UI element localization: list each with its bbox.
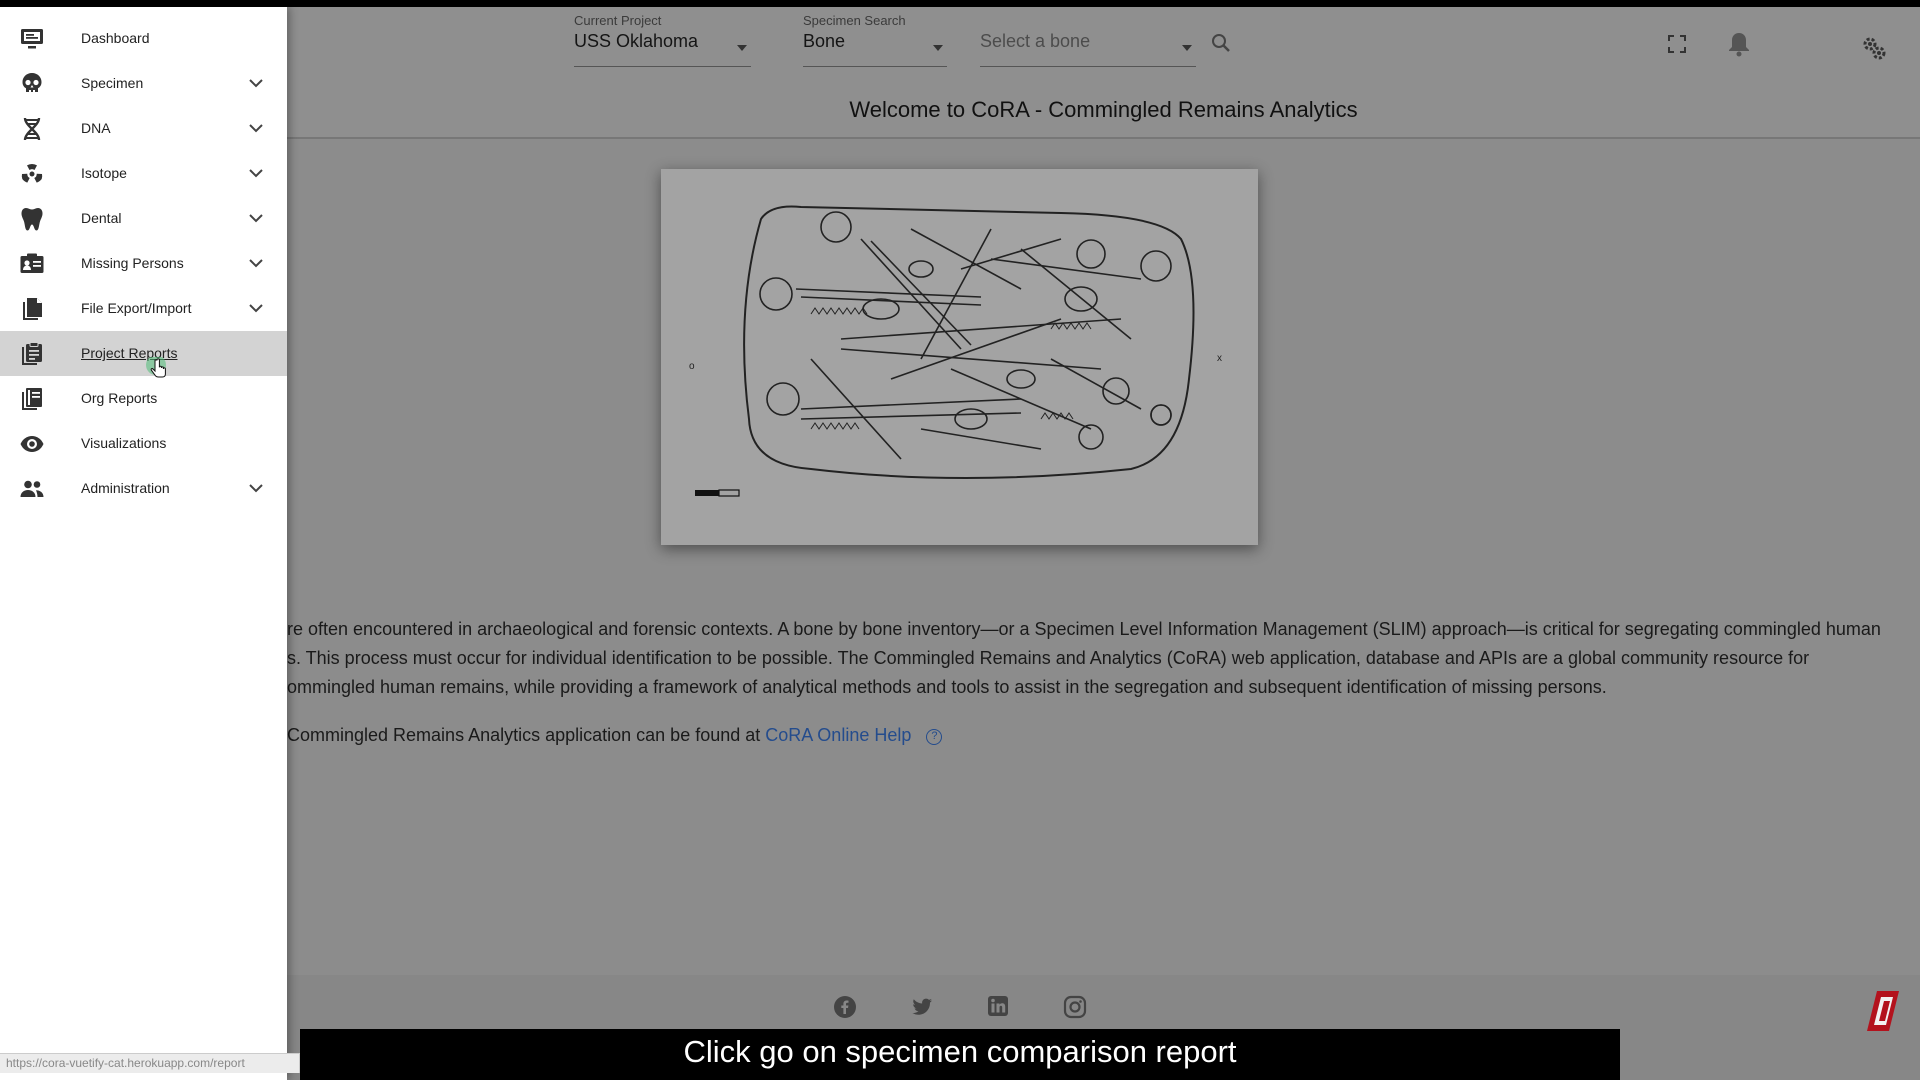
chevron-down-icon [1182, 45, 1192, 51]
sidebar-item-isotope[interactable]: Isotope [0, 151, 287, 196]
file-copy-icon [23, 298, 42, 320]
sidebar-item-project-reports[interactable]: Project Reports [0, 331, 287, 376]
settings-gears-icon[interactable] [1861, 35, 1887, 61]
intro-paragraph: re often encountered in archaeological a… [287, 615, 1907, 702]
sidebar-item-label: Missing Persons [81, 255, 184, 271]
help-circle-icon[interactable]: ? [926, 729, 943, 745]
sidebar-item-label: Visualizations [81, 435, 167, 451]
sidebar-item-file-export-import[interactable]: File Export/Import [0, 286, 287, 331]
eye-icon [20, 436, 44, 452]
linkedin-icon[interactable] [987, 995, 1009, 1017]
twitter-icon[interactable] [910, 995, 934, 1019]
app-main-area: Current Project USS Oklahoma Specimen Se… [0, 7, 1920, 1080]
sidebar-item-dental[interactable]: Dental [0, 196, 287, 241]
chevron-down-icon [249, 124, 263, 133]
id-card-icon [20, 253, 44, 273]
radiation-icon [21, 164, 43, 183]
sidebar: Dashboard Specimen DNA Isotope Dental Mi… [0, 7, 287, 1080]
bone-select-placeholder: Select a bone [980, 31, 1091, 51]
status-bar-url: https://cora-vuetify-cat.herokuapp.com/r… [0, 1053, 300, 1073]
bell-icon[interactable] [1727, 31, 1751, 57]
chevron-down-icon [249, 214, 263, 223]
search-icon[interactable] [1211, 33, 1231, 53]
intro-line: s. This process must occur for individua… [287, 648, 1810, 668]
tooth-icon [21, 208, 43, 231]
tutorial-caption: Click go on specimen comparison report [300, 1029, 1620, 1080]
current-project-select[interactable]: Current Project USS Oklahoma [574, 13, 751, 67]
dna-icon [23, 117, 41, 141]
page-title-bar: Welcome to CoRA - Commingled Remains Ana… [287, 81, 1920, 139]
chevron-down-icon [249, 259, 263, 268]
cora-online-help-link[interactable]: CoRA Online Help [765, 725, 911, 745]
help-prefix-text: Commingled Remains Analytics application… [287, 725, 761, 745]
sidebar-item-dna[interactable]: DNA [0, 106, 287, 151]
sidebar-item-label: Dashboard [81, 30, 150, 46]
monitor-icon [21, 29, 43, 49]
sidebar-item-label: Org Reports [81, 390, 158, 406]
specimen-search-label: Specimen Search [803, 13, 906, 28]
top-black-strip [0, 0, 1920, 7]
sidebar-item-label: File Export/Import [81, 300, 192, 316]
intro-line: re often encountered in archaeological a… [287, 619, 1881, 639]
skull-icon [22, 73, 42, 92]
sidebar-item-label: DNA [81, 120, 111, 136]
excavation-drawing-card: o x [661, 169, 1258, 545]
sidebar-item-specimen[interactable]: Specimen [0, 61, 287, 106]
sidebar-item-label: Administration [81, 480, 170, 496]
books-icon [22, 388, 42, 410]
instagram-icon[interactable] [1063, 995, 1087, 1019]
clipboard-icon [22, 342, 42, 365]
sidebar-item-label: Specimen [81, 75, 144, 91]
chevron-down-icon [933, 45, 943, 51]
hand-cursor-icon [146, 357, 166, 378]
chevron-down-icon [249, 79, 263, 88]
facebook-icon[interactable] [833, 995, 857, 1019]
university-logo-icon [1867, 991, 1899, 1031]
people-icon [20, 480, 44, 497]
specimen-search-select[interactable]: Specimen Search Bone [803, 13, 947, 67]
intro-line: ommingled human remains, while providing… [287, 677, 1607, 697]
current-project-value: USS Oklahoma [574, 31, 699, 51]
bone-select[interactable]: . Select a bone [980, 13, 1196, 67]
svg-text:o: o [689, 361, 695, 372]
chevron-down-icon [737, 45, 747, 51]
top-app-bar: Current Project USS Oklahoma Specimen Se… [287, 7, 1920, 81]
sidebar-item-dashboard[interactable]: Dashboard [0, 16, 287, 61]
specimen-search-value: Bone [803, 31, 846, 51]
current-project-label: Current Project [574, 13, 662, 28]
sidebar-item-missing-persons[interactable]: Missing Persons [0, 241, 287, 286]
fullscreen-icon[interactable] [1668, 35, 1686, 53]
page-title: Welcome to CoRA - Commingled Remains Ana… [849, 97, 1358, 122]
commingled-remains-drawing: o x [689, 205, 1222, 497]
sidebar-item-org-reports[interactable]: Org Reports [0, 376, 287, 421]
svg-text:x: x [1217, 353, 1222, 364]
chevron-down-icon [249, 304, 263, 313]
sidebar-item-administration[interactable]: Administration [0, 466, 287, 511]
chevron-down-icon [249, 169, 263, 178]
help-line: Commingled Remains Analytics application… [287, 725, 943, 746]
sidebar-item-label: Isotope [81, 165, 127, 181]
chevron-down-icon [249, 484, 263, 493]
sidebar-item-label: Dental [81, 210, 122, 226]
sidebar-item-visualizations[interactable]: Visualizations [0, 421, 287, 466]
